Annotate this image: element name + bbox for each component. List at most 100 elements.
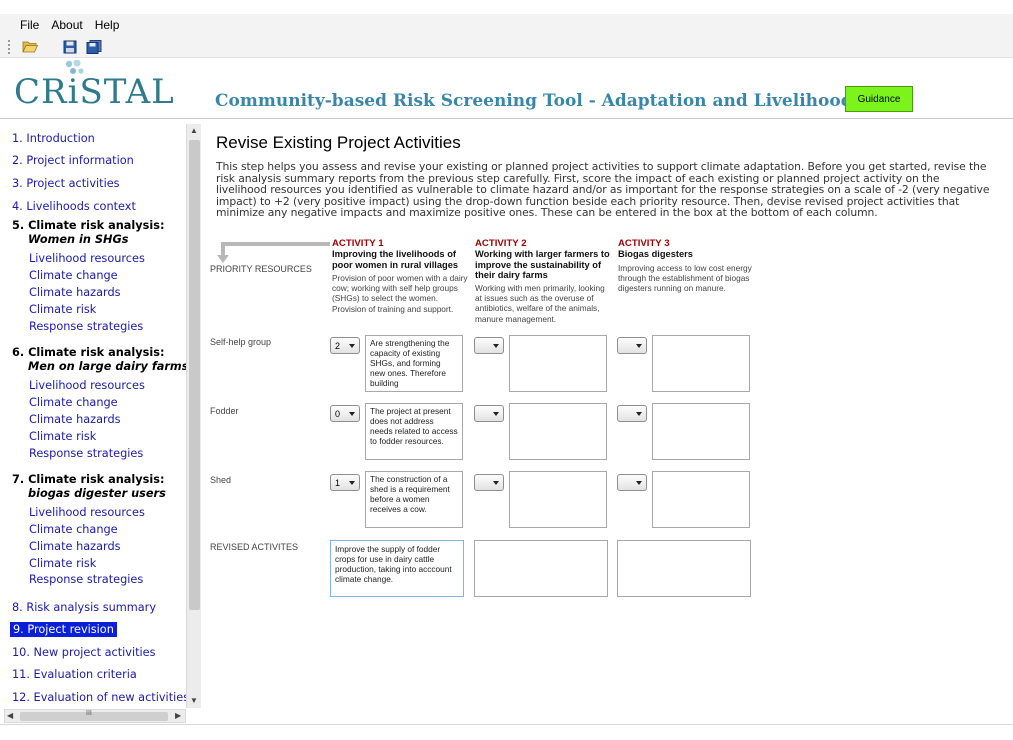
resource-label-shed: Shed (210, 475, 232, 485)
score-dropdown[interactable] (617, 474, 647, 491)
app-window: File About Help CRiSTAL Community-based … (0, 0, 1013, 740)
score-dropdown[interactable]: 1 (330, 474, 360, 491)
sidebar-heading-section-6: 6. Climate risk analysis: (12, 346, 165, 359)
sidebar-item-climate-risk[interactable]: Climate risk (29, 557, 96, 570)
priority-resources-label: PRIORITY RESOURCES (210, 264, 312, 274)
sidebar-item-response-strategies[interactable]: Response strategies (29, 573, 143, 586)
sidebar-item-new-project-activities[interactable]: 10. New project activities (12, 646, 156, 659)
chevron-down-icon (493, 412, 499, 416)
sidebar-item-evaluation-criteria[interactable]: 11. Evaluation criteria (12, 668, 137, 681)
score-dropdown[interactable]: 2 (330, 337, 360, 354)
chevron-down-icon (636, 344, 642, 348)
menu-file[interactable]: File (20, 18, 39, 32)
sidebar-item-climate-hazards[interactable]: Climate hazards (29, 286, 121, 299)
activity-2-title: Working with larger farmers to improve t… (475, 249, 610, 280)
cristal-logo: CRiSTAL (14, 60, 174, 112)
app-title: Community-based Risk Screening Tool - Ad… (215, 91, 863, 111)
sidebar-vertical-scrollbar[interactable]: ▲ ▼ (186, 124, 201, 708)
sidebar-subheading-men-dairy: Men on large dairy farms (28, 360, 189, 373)
activity-2-number: ACTIVITY 2 (475, 238, 527, 249)
score-dropdown[interactable] (617, 405, 647, 422)
score-dropdown[interactable] (474, 474, 504, 491)
sidebar-item-project-information[interactable]: 2. Project information (12, 154, 134, 167)
sidebar-item-response-strategies[interactable]: Response strategies (29, 447, 143, 460)
activity-1-number: ACTIVITY 1 (332, 238, 384, 249)
activity-1-title: Improving the livelihoods of poor women … (332, 249, 459, 270)
scroll-up-arrow-icon[interactable]: ▲ (190, 126, 198, 135)
sidebar-item-introduction[interactable]: 1. Introduction (12, 132, 95, 145)
sidebar-item-livelihood-resources[interactable]: Livelihood resources (29, 506, 145, 519)
impact-note-field[interactable] (652, 471, 750, 528)
scroll-right-arrow-icon[interactable]: ▶ (175, 711, 181, 720)
revised-activities-label: REVISED ACTIVITES (210, 542, 299, 552)
chevron-down-icon (636, 412, 642, 416)
impact-note-field[interactable] (509, 471, 607, 528)
impact-note-field[interactable] (509, 335, 607, 392)
grip-icon: III (86, 710, 92, 717)
header-divider (0, 118, 1013, 119)
score-dropdown[interactable] (474, 405, 504, 422)
impact-note-field[interactable]: Are strengthening the capacity of existi… (365, 335, 463, 392)
page-title: Revise Existing Project Activities (216, 133, 461, 152)
sidebar-item-response-strategies[interactable]: Response strategies (29, 320, 143, 333)
logo-text: CRiSTAL (14, 72, 175, 112)
status-divider (0, 724, 1013, 725)
menu-help[interactable]: Help (95, 18, 120, 32)
sidebar-item-climate-change[interactable]: Climate change (29, 396, 118, 409)
impact-note-field[interactable]: The construction of a shed is a requirem… (365, 471, 463, 528)
impact-note-field[interactable] (509, 403, 607, 460)
activity-1-description: Provision of poor women with a dairy cow… (332, 273, 468, 314)
sidebar-item-project-activities[interactable]: 3. Project activities (12, 177, 120, 190)
sidebar-item-climate-risk[interactable]: Climate risk (29, 303, 96, 316)
revised-activity-field[interactable] (474, 540, 608, 597)
sidebar-item-climate-change[interactable]: Climate change (29, 269, 118, 282)
chevron-down-icon (636, 481, 642, 485)
scrollbar-thumb[interactable]: III (20, 710, 168, 721)
revised-activity-field[interactable]: Improve the supply of fodder crops for u… (330, 540, 464, 597)
folder-open-icon[interactable] (21, 39, 39, 55)
scrollbar-thumb[interactable] (189, 140, 200, 610)
sidebar-item-climate-hazards[interactable]: Climate hazards (29, 413, 121, 426)
score-value: 1 (335, 477, 341, 488)
score-dropdown[interactable] (474, 337, 504, 354)
impact-note-field[interactable]: The project at present does not address … (365, 403, 463, 460)
chevron-down-icon (349, 344, 355, 348)
sidebar-item-project-revision[interactable]: 9. Project revision (10, 622, 117, 637)
score-dropdown[interactable]: 0 (330, 405, 360, 422)
impact-note-field[interactable] (652, 403, 750, 460)
intro-paragraph: This step helps you assess and revise yo… (216, 160, 990, 219)
toolbar-grip[interactable] (8, 39, 11, 54)
sidebar-heading-section-7: 7. Climate risk analysis: (12, 473, 165, 486)
sidebar-horizontal-scrollbar[interactable]: ◀ III ▶ (4, 709, 186, 723)
resource-label-fodder: Fodder (210, 406, 239, 416)
sidebar-item-livelihoods-context[interactable]: 4. Livelihoods context (12, 200, 136, 213)
impact-note-field[interactable] (652, 335, 750, 392)
floppy-save-icon[interactable] (61, 39, 79, 55)
menu-about[interactable]: About (51, 18, 82, 32)
activity-2-description: Working with men primarily, looking at i… (475, 283, 605, 324)
scroll-down-arrow-icon[interactable]: ▼ (190, 696, 198, 705)
sidebar-item-livelihood-resources[interactable]: Livelihood resources (29, 379, 145, 392)
arrow-down-left-icon (217, 242, 330, 263)
score-value: 2 (335, 340, 341, 351)
scroll-left-arrow-icon[interactable]: ◀ (7, 711, 13, 720)
sidebar-item-climate-risk[interactable]: Climate risk (29, 430, 96, 443)
activity-3-number: ACTIVITY 3 (618, 238, 670, 249)
menu-bar: File About Help (0, 14, 1013, 36)
chevron-down-icon (493, 344, 499, 348)
sidebar-item-livelihood-resources[interactable]: Livelihood resources (29, 252, 145, 265)
chevron-down-icon (349, 412, 355, 416)
sidebar-item-risk-analysis-summary[interactable]: 8. Risk analysis summary (12, 601, 156, 614)
score-dropdown[interactable] (617, 337, 647, 354)
sidebar-heading-section-5: 5. Climate risk analysis: (12, 219, 165, 232)
sidebar-item-evaluation-new-activities[interactable]: 12. Evaluation of new activities (12, 691, 189, 704)
sidebar-item-climate-hazards[interactable]: Climate hazards (29, 540, 121, 553)
sidebar-item-climate-change[interactable]: Climate change (29, 523, 118, 536)
chevron-down-icon (349, 481, 355, 485)
sidebar-nav: 1. Introduction 2. Project information 3… (0, 121, 201, 707)
save-all-icon[interactable] (85, 39, 103, 55)
sidebar-subheading-biogas: biogas digester users (28, 487, 166, 500)
sidebar-subheading-women-shgs: Women in SHGs (28, 233, 129, 246)
guidance-button[interactable]: Guidance (845, 86, 913, 112)
revised-activity-field[interactable] (617, 540, 751, 597)
